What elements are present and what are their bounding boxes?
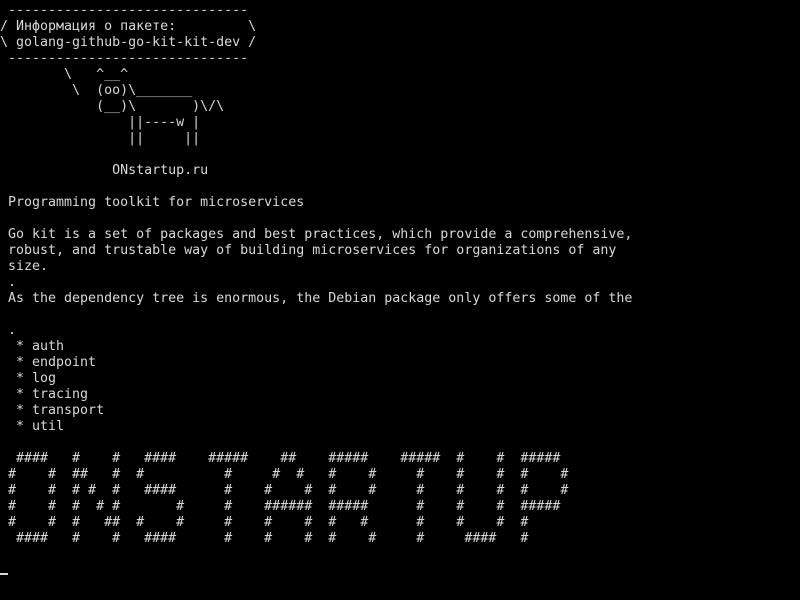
terminal-line: # # # ## # # # # # # # # # # # [0, 515, 529, 530]
terminal-line: #### # # #### ##### ## ##### ##### # # #… [0, 451, 561, 466]
terminal-line: ONstartup.ru [0, 163, 209, 178]
terminal-line: . [0, 323, 17, 338]
terminal-line: # # # # # #### # # # # # # # # # # [0, 483, 569, 498]
terminal-line: (__)\ )\/\ [0, 99, 225, 114]
terminal-line: robust, and trustable way of building mi… [0, 243, 617, 258]
terminal-line: Go kit is a set of packages and best pra… [0, 227, 633, 242]
terminal-line: As the dependency tree is enormous, the … [0, 291, 633, 306]
terminal-line: \ ^__^ [0, 67, 129, 82]
terminal-line: ------------------------------ [0, 51, 249, 66]
terminal-line: * log [0, 371, 57, 386]
terminal-line: size. [0, 259, 49, 274]
terminal-line: * transport [0, 403, 105, 418]
terminal-line: Programming toolkit for microservices [0, 195, 305, 210]
terminal-line: * tracing [0, 387, 89, 402]
terminal-line: ||----w | [0, 115, 201, 130]
terminal-line: * endpoint [0, 355, 97, 370]
terminal-line: || || [0, 131, 201, 146]
terminal-line: ------------------------------ [0, 3, 249, 18]
terminal-line: / Информация о пакете: \ [0, 19, 257, 34]
terminal-line: * util [0, 419, 65, 434]
terminal-output: ------------------------------ / Информац… [0, 3, 632, 547]
terminal-line: #### # # #### # # # # # # #### # [0, 531, 529, 546]
text-cursor [0, 573, 8, 575]
terminal-line: * auth [0, 339, 65, 354]
terminal-line: \ (oo)\_______ [0, 83, 193, 98]
terminal-line: \ golang-github-go-kit-kit-dev / [0, 35, 257, 50]
terminal-screen[interactable]: ------------------------------ / Информац… [0, 0, 800, 600]
terminal-line: # # ## # # # # # # # # # # # # [0, 467, 569, 482]
terminal-line: . [0, 275, 17, 290]
terminal-line: # # # # # # # ###### ##### # # # ##### [0, 499, 561, 514]
